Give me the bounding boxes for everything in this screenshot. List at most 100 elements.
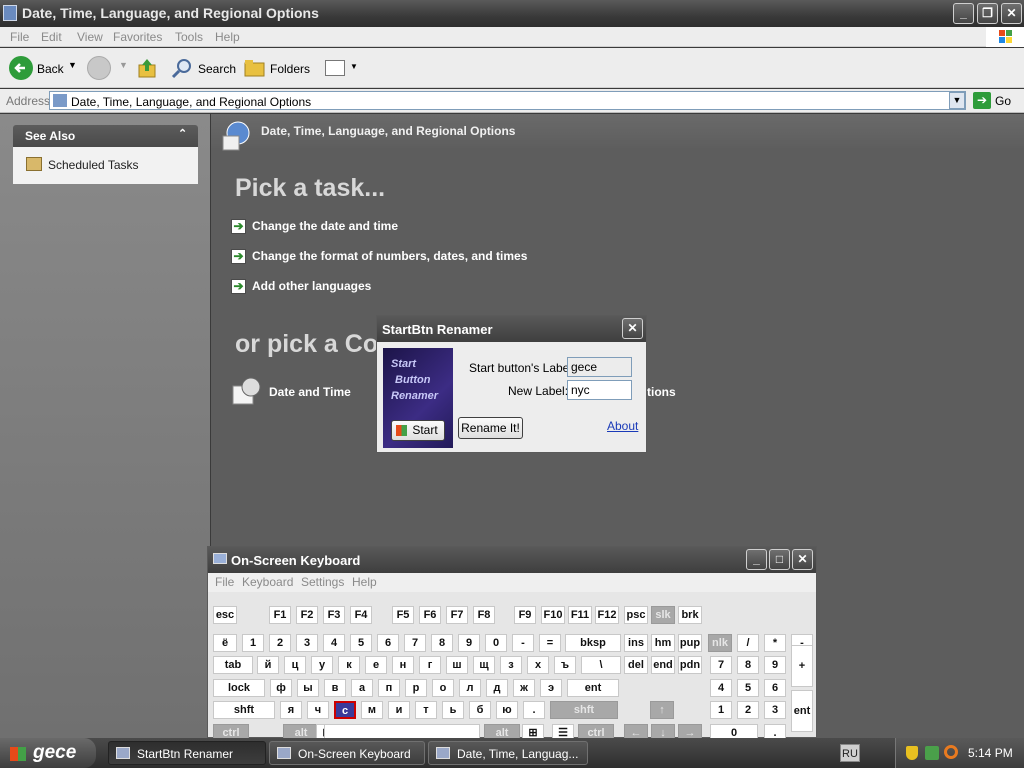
osk-menu-help[interactable]: Help — [352, 575, 377, 589]
osk-key[interactable]: 8 — [431, 634, 453, 652]
search-button-label[interactable]: Search — [198, 62, 236, 76]
taskbar-button-startbtn-renamer[interactable]: StartBtn Renamer — [108, 741, 266, 765]
osk-key[interactable]: * — [764, 634, 786, 652]
osk-key[interactable]: 6 — [764, 679, 786, 697]
views-dropdown-icon[interactable]: ▼ — [350, 62, 358, 71]
osk-key[interactable]: esc — [213, 606, 237, 624]
task-add-languages[interactable]: ➔ Add other languages — [231, 279, 371, 295]
osk-key[interactable]: 5 — [350, 634, 372, 652]
menu-tools[interactable]: Tools — [175, 30, 203, 44]
osk-key[interactable]: 6 — [377, 634, 399, 652]
osk-key[interactable]: 1 — [242, 634, 264, 652]
osk-key[interactable]: ent — [791, 690, 813, 732]
osk-key[interactable]: г — [419, 656, 441, 674]
osk-key[interactable]: lock — [213, 679, 265, 697]
osk-key[interactable]: shft — [213, 701, 275, 719]
forward-dropdown-icon[interactable]: ▼ — [119, 60, 128, 70]
osk-key[interactable]: . — [523, 701, 545, 719]
osk-key[interactable]: 3 — [764, 701, 786, 719]
osk-key[interactable]: ж — [513, 679, 535, 697]
osk-key[interactable]: т — [415, 701, 437, 719]
osk-key[interactable]: 9 — [764, 656, 786, 674]
dialog-close-button[interactable]: ✕ — [622, 318, 643, 339]
osk-key[interactable]: F4 — [350, 606, 372, 624]
osk-key[interactable]: / — [737, 634, 759, 652]
osk-key[interactable]: 2 — [737, 701, 759, 719]
osk-key[interactable]: е — [365, 656, 387, 674]
osk-key[interactable]: м — [361, 701, 383, 719]
osk-key[interactable]: 4 — [710, 679, 732, 697]
osk-key[interactable]: с — [334, 701, 356, 719]
collapse-chevron-icon[interactable]: ⌃ — [178, 127, 187, 140]
clock[interactable]: 5:14 PM — [968, 746, 1013, 760]
language-indicator[interactable]: RU — [840, 744, 860, 762]
views-icon[interactable] — [325, 60, 345, 76]
osk-key[interactable]: ц — [284, 656, 306, 674]
osk-key[interactable]: F3 — [323, 606, 345, 624]
osk-key[interactable]: ъ — [554, 656, 576, 674]
osk-key[interactable]: del — [624, 656, 648, 674]
osk-key[interactable]: 2 — [269, 634, 291, 652]
osk-key[interactable]: ш — [446, 656, 468, 674]
taskbar-button-date-time[interactable]: Date, Time, Languag... — [428, 741, 588, 765]
network-icon[interactable] — [925, 746, 939, 760]
osk-key[interactable]: ю — [496, 701, 518, 719]
address-dropdown-icon[interactable]: ▼ — [949, 92, 965, 109]
osk-key[interactable]: з — [500, 656, 522, 674]
search-tray-icon[interactable] — [944, 745, 958, 759]
osk-key[interactable]: 1 — [710, 701, 732, 719]
regional-options-label[interactable]: tions — [647, 385, 676, 399]
back-button-label[interactable]: Back — [37, 62, 64, 76]
osk-key[interactable]: F8 — [473, 606, 495, 624]
osk-key[interactable]: ы — [297, 679, 319, 697]
osk-key[interactable]: 8 — [737, 656, 759, 674]
osk-key[interactable]: ф — [270, 679, 292, 697]
osk-key[interactable]: р — [405, 679, 427, 697]
forward-arrow-icon[interactable] — [87, 56, 111, 80]
osk-menu-file[interactable]: File — [215, 575, 234, 589]
osk-key[interactable]: F7 — [446, 606, 468, 624]
go-button-label[interactable]: Go — [995, 94, 1011, 108]
osk-key[interactable]: й — [257, 656, 279, 674]
osk-key[interactable]: ё — [213, 634, 237, 652]
osk-key[interactable]: п — [378, 679, 400, 697]
osk-key[interactable]: pup — [678, 634, 702, 652]
osk-key[interactable]: tab — [213, 656, 253, 674]
osk-key[interactable]: 7 — [404, 634, 426, 652]
osk-key[interactable]: F2 — [296, 606, 318, 624]
osk-key[interactable]: о — [432, 679, 454, 697]
osk-minimize-button[interactable]: _ — [746, 549, 767, 570]
minimize-button[interactable]: _ — [953, 3, 974, 24]
date-time-label[interactable]: Date and Time — [269, 385, 351, 399]
address-field[interactable]: Date, Time, Language, and Regional Optio… — [49, 91, 966, 110]
osk-key[interactable]: F11 — [568, 606, 592, 624]
folders-button-label[interactable]: Folders — [270, 62, 310, 76]
osk-key[interactable]: у — [311, 656, 333, 674]
new-label-input[interactable]: nyc — [567, 380, 632, 400]
rename-it-button[interactable]: Rename It! — [458, 417, 523, 439]
osk-key[interactable]: nlk — [708, 634, 732, 652]
sidebar-item-scheduled-tasks[interactable]: Scheduled Tasks — [48, 158, 139, 172]
osk-menu-settings[interactable]: Settings — [301, 575, 344, 589]
osk-key[interactable]: к — [338, 656, 360, 674]
osk-key[interactable]: 4 — [323, 634, 345, 652]
task-change-format[interactable]: ➔ Change the format of numbers, dates, an… — [231, 249, 527, 265]
osk-key[interactable]: щ — [473, 656, 495, 674]
osk-key[interactable]: ч — [307, 701, 329, 719]
osk-key[interactable]: hm — [651, 634, 675, 652]
osk-key[interactable]: н — [392, 656, 414, 674]
osk-key[interactable]: shft — [550, 701, 618, 719]
osk-key[interactable]: д — [486, 679, 508, 697]
restore-button[interactable]: ❐ — [977, 3, 998, 24]
osk-key[interactable]: ins — [624, 634, 648, 652]
task-change-date[interactable]: ➔ Change the date and time — [231, 219, 398, 235]
go-arrow-icon[interactable]: ➔ — [973, 92, 991, 109]
osk-key[interactable]: bksp — [565, 634, 621, 652]
osk-key[interactable]: 9 — [458, 634, 480, 652]
menu-edit[interactable]: Edit — [41, 30, 62, 44]
osk-key[interactable]: ent — [567, 679, 619, 697]
osk-key[interactable]: end — [651, 656, 675, 674]
menu-help[interactable]: Help — [215, 30, 240, 44]
osk-key[interactable]: 3 — [296, 634, 318, 652]
osk-maximize-button[interactable]: □ — [769, 549, 790, 570]
